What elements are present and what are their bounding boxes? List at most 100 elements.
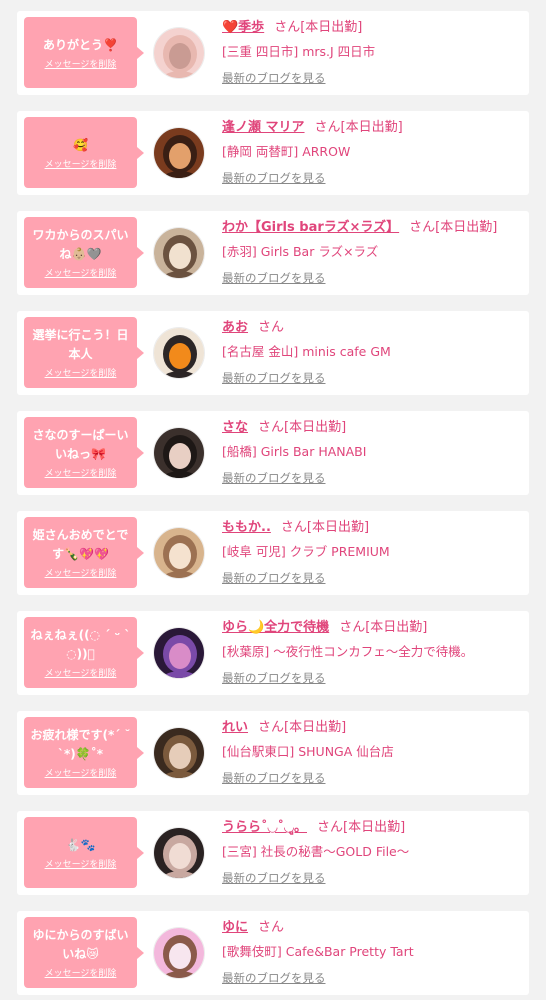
- avatar[interactable]: [153, 527, 205, 579]
- message-card: ねぇねぇ((◌ ˊ ᵕ ˋ ◌))ﾟ メッセージを削除 ゆら🌙全力で待機 さん[本…: [17, 611, 529, 695]
- delete-message-link[interactable]: メッセージを削除: [45, 57, 117, 70]
- cast-name-link[interactable]: ゆに: [222, 920, 248, 935]
- delete-message-link[interactable]: メッセージを削除: [45, 366, 117, 379]
- cast-name-link[interactable]: ももか..: [222, 520, 271, 535]
- cast-info: ももか.. さん[本日出勤] [岐阜 可児] クラブ PREMIUM 最新のブログ…: [222, 517, 523, 589]
- shop-info: [岐阜 可児] クラブ PREMIUM: [222, 544, 390, 559]
- delete-message-link[interactable]: メッセージを削除: [45, 966, 117, 979]
- message-bubble: 姫さんおめでとです🍾💖💖 メッセージを削除: [24, 517, 144, 588]
- delete-message-link[interactable]: メッセージを削除: [45, 857, 117, 870]
- latest-blog-link[interactable]: 最新のブログを見る: [222, 867, 326, 889]
- avatar-photo-icon: [154, 428, 204, 478]
- message-bubble: ありがとう❣️ メッセージを削除: [24, 17, 144, 88]
- shop-info: [三宮] 社長の秘書〜GOLD File〜: [222, 844, 410, 859]
- message-bubble: お疲れ様です(*´ ˘ `*)🍀˚* メッセージを削除: [24, 717, 144, 788]
- shop-info: [静岡 両替町] ARROW: [222, 144, 351, 159]
- status-badge: [本日出勤]: [284, 420, 347, 435]
- latest-blog-link[interactable]: 最新のブログを見る: [222, 367, 326, 389]
- delete-message-link[interactable]: メッセージを削除: [45, 157, 117, 170]
- cast-name-link[interactable]: ❤️季歩: [222, 20, 264, 35]
- cast-info: うらら˚◡˚◡ู。 さん[本日出勤] [三宮] 社長の秘書〜GOLD File〜 …: [222, 817, 523, 889]
- message-card: ありがとう❣️ メッセージを削除 ❤️季歩 さん[本日出勤] [三重 四日市] m…: [17, 11, 529, 95]
- latest-blog-link[interactable]: 最新のブログを見る: [222, 67, 326, 89]
- message-text: ありがとう❣️: [43, 37, 118, 52]
- avatar[interactable]: [153, 27, 205, 79]
- honorific: さん: [258, 720, 285, 735]
- cast-name-link[interactable]: 逢ノ瀬 マリア: [222, 120, 305, 135]
- cast-name-link[interactable]: さな: [222, 420, 248, 435]
- delete-message-link[interactable]: メッセージを削除: [45, 566, 117, 579]
- message-bubble: ワカからのスパいね👶🏼🩶 メッセージを削除: [24, 217, 144, 288]
- honorific: さん: [274, 20, 301, 35]
- message-card: お疲れ様です(*´ ˘ `*)🍀˚* メッセージを削除 れい さん[本日出勤] […: [17, 711, 529, 795]
- honorific: さん: [258, 420, 285, 435]
- status-badge: [本日出勤]: [343, 820, 406, 835]
- status-badge: [本日出勤]: [365, 620, 428, 635]
- avatar[interactable]: [153, 427, 205, 479]
- message-bubble: 選挙に行こう！日本人 メッセージを削除: [24, 317, 144, 388]
- delete-message-link[interactable]: メッセージを削除: [45, 666, 117, 679]
- cast-info: ゆに さん [歌舞伎町] Cafe&Bar Pretty Tart 最新のブログを…: [222, 917, 523, 989]
- message-text: 🥰: [73, 137, 88, 152]
- cast-info: さな さん[本日出勤] [船橋] Girls Bar HANABI 最新のブログを…: [222, 417, 523, 489]
- message-text: 🐇🐾: [65, 837, 96, 852]
- avatar[interactable]: [153, 227, 205, 279]
- message-text: お疲れ様です(*´ ˘ `*)🍀˚*: [30, 728, 131, 761]
- delete-message-link[interactable]: メッセージを削除: [45, 766, 117, 779]
- latest-blog-link[interactable]: 最新のブログを見る: [222, 767, 326, 789]
- message-card: 姫さんおめでとです🍾💖💖 メッセージを削除 ももか.. さん[本日出勤] [岐阜 …: [17, 511, 529, 595]
- latest-blog-link[interactable]: 最新のブログを見る: [222, 567, 326, 589]
- message-bubble: 🥰 メッセージを削除: [24, 117, 144, 188]
- message-text: さなのすーぱーいいねっ🎀: [32, 428, 129, 461]
- honorific: さん: [409, 220, 436, 235]
- message-bubble: さなのすーぱーいいねっ🎀 メッセージを削除: [24, 417, 144, 488]
- cast-name-link[interactable]: れい: [222, 720, 248, 735]
- message-text: ゆにからのすばいいね😿: [32, 928, 129, 961]
- delete-message-link[interactable]: メッセージを削除: [45, 466, 117, 479]
- latest-blog-link[interactable]: 最新のブログを見る: [222, 667, 326, 689]
- cast-name-link[interactable]: あお: [222, 320, 248, 335]
- avatar[interactable]: [153, 627, 205, 679]
- message-card: 🥰 メッセージを削除 逢ノ瀬 マリア さん[本日出勤] [静岡 両替町] ARRO…: [17, 111, 529, 195]
- message-card: ゆにからのすばいいね😿 メッセージを削除 ゆに さん [歌舞伎町] Cafe&Ba…: [17, 911, 529, 995]
- latest-blog-link[interactable]: 最新のブログを見る: [222, 967, 326, 989]
- message-card: 🐇🐾 メッセージを削除 うらら˚◡˚◡ู。 さん[本日出勤] [三宮] 社長の秘書…: [17, 811, 529, 895]
- avatar-photo-icon: [154, 628, 204, 678]
- cast-info: わか【Girls barラズ×ラズ】 さん[本日出勤] [赤羽] Girls Ba…: [222, 217, 523, 289]
- status-badge: [本日出勤]: [340, 120, 403, 135]
- delete-message-link[interactable]: メッセージを削除: [45, 266, 117, 279]
- cast-name-link[interactable]: わか【Girls barラズ×ラズ】: [222, 220, 399, 235]
- avatar[interactable]: [153, 927, 205, 979]
- honorific: さん: [317, 820, 344, 835]
- cast-name-link[interactable]: ゆら🌙全力で待機: [222, 620, 329, 635]
- avatar-photo-icon: [154, 128, 204, 178]
- avatar-photo-icon: [154, 828, 204, 878]
- cast-name-link[interactable]: うらら˚◡˚◡ู。: [222, 820, 307, 835]
- latest-blog-link[interactable]: 最新のブログを見る: [222, 167, 326, 189]
- message-text: ねぇねぇ((◌ ˊ ᵕ ˋ ◌))ﾟ: [30, 628, 131, 661]
- message-bubble: 🐇🐾 メッセージを削除: [24, 817, 144, 888]
- shop-info: [赤羽] Girls Bar ラズ×ラズ: [222, 244, 379, 259]
- latest-blog-link[interactable]: 最新のブログを見る: [222, 267, 326, 289]
- avatar[interactable]: [153, 127, 205, 179]
- avatar-photo-icon: [154, 28, 204, 78]
- avatar-photo-icon: [154, 728, 204, 778]
- avatar-photo-icon: [154, 228, 204, 278]
- avatar[interactable]: [153, 727, 205, 779]
- status-badge: [本日出勤]: [284, 720, 347, 735]
- honorific: さん: [314, 120, 341, 135]
- shop-info: [船橋] Girls Bar HANABI: [222, 444, 367, 459]
- shop-info: [仙台駅東口] SHUNGA 仙台店: [222, 744, 394, 759]
- avatar[interactable]: [153, 327, 205, 379]
- status-badge: [本日出勤]: [300, 20, 363, 35]
- shop-info: [秋葉原] 〜夜行性コンカフェ〜全力で待機。: [222, 644, 474, 659]
- honorific: さん: [258, 920, 285, 935]
- message-bubble: ゆにからのすばいいね😿 メッセージを削除: [24, 917, 144, 988]
- shop-info: [歌舞伎町] Cafe&Bar Pretty Tart: [222, 944, 414, 959]
- avatar-photo-icon: [154, 528, 204, 578]
- cast-info: れい さん[本日出勤] [仙台駅東口] SHUNGA 仙台店 最新のブログを見る: [222, 717, 523, 789]
- avatar[interactable]: [153, 827, 205, 879]
- honorific: さん: [258, 320, 285, 335]
- latest-blog-link[interactable]: 最新のブログを見る: [222, 467, 326, 489]
- avatar-photo-icon: [154, 328, 204, 378]
